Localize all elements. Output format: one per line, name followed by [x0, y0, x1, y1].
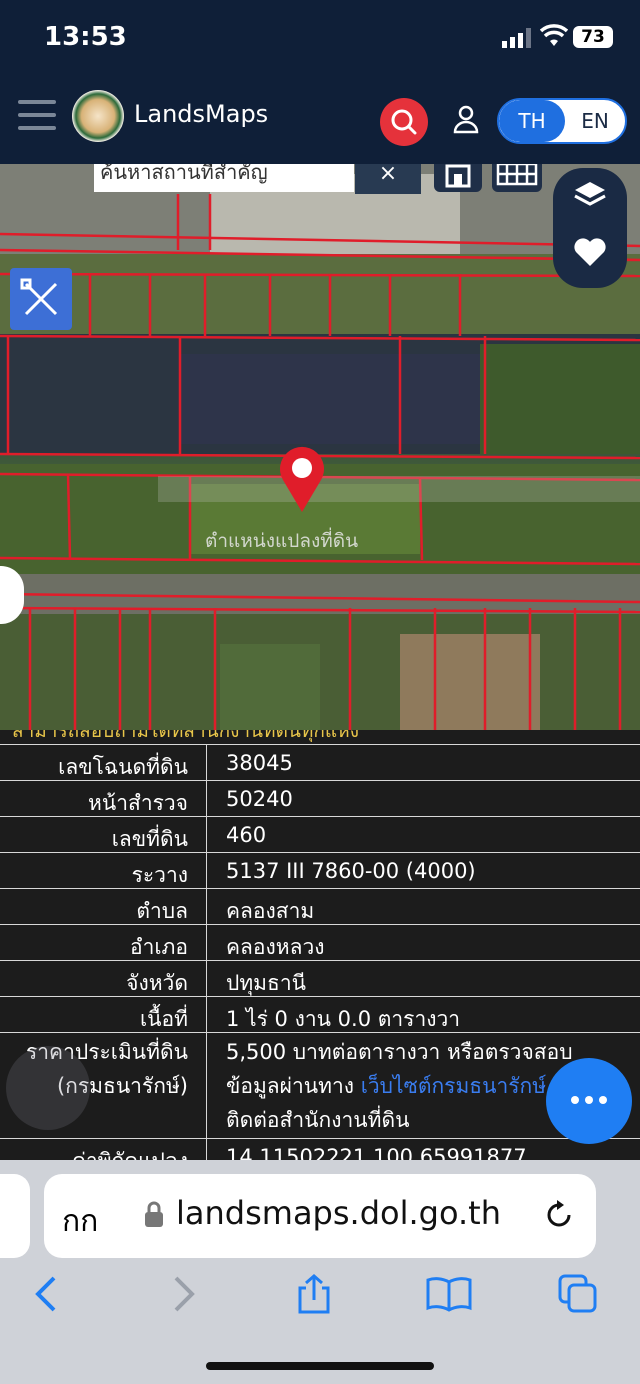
row-value: 38045: [226, 751, 293, 775]
menu-icon[interactable]: [18, 100, 56, 132]
map-view[interactable]: ค้นหาสถานที่สำคัญ × ตำแหน่งแปลงที่ดิน: [0, 164, 640, 730]
url-text[interactable]: landsmaps.dol.go.th: [176, 1194, 501, 1232]
lang-th-button[interactable]: TH: [499, 100, 565, 142]
brand-name: LandsMaps: [134, 100, 269, 128]
price-line2-prefix: ข้อมูลผ่านทาง: [226, 1074, 361, 1098]
table-row: ระวาง 5137 III 7860-00 (4000): [0, 852, 640, 889]
table-row: ค่าพิกัดแปลง 14.11502221,100.65991877: [0, 1138, 640, 1162]
place-search-input[interactable]: ค้นหาสถานที่สำคัญ: [94, 164, 354, 192]
status-bar: 13:53 73: [0, 0, 640, 80]
bookmarks-icon[interactable]: [426, 1274, 472, 1314]
info-icon[interactable]: [6, 1046, 90, 1130]
price-line2: ข้อมูลผ่านทาง เว็บไซต์กรมธนารักษ์: [226, 1069, 573, 1103]
reader-aa-button[interactable]: กก: [62, 1198, 98, 1245]
browser-chrome: กก landsmaps.dol.go.th: [0, 1160, 640, 1384]
app-header: LandsMaps TH EN: [0, 80, 640, 164]
user-icon[interactable]: [452, 104, 480, 136]
building-icon[interactable]: [434, 164, 482, 192]
row-value: 460: [226, 823, 267, 847]
more-options-button[interactable]: [546, 1058, 632, 1144]
address-bar[interactable]: กก landsmaps.dol.go.th: [44, 1174, 596, 1258]
back-icon[interactable]: [28, 1274, 68, 1314]
layers-icon[interactable]: [574, 182, 606, 206]
table-row: อำเภอ คลองหลวง: [0, 924, 640, 961]
table-row-price: ราคาประเมินที่ดิน (กรมธนารักษ์) 5,500 บา…: [0, 1032, 640, 1139]
map-side-panel: [553, 168, 627, 288]
search-button[interactable]: [380, 98, 428, 146]
search-icon: [391, 109, 417, 135]
row-value: 50240: [226, 787, 293, 811]
treasury-website-link[interactable]: เว็บไซต์กรมธนารักษ์: [361, 1074, 546, 1098]
table-row: เลขโฉนดที่ดิน 38045: [0, 744, 640, 781]
forward-icon[interactable]: [162, 1274, 202, 1314]
measure-tool-button[interactable]: [10, 268, 72, 330]
parcel-map-label: ตำแหน่งแปลงที่ดิน: [205, 530, 359, 552]
share-icon[interactable]: [294, 1274, 334, 1314]
reload-icon[interactable]: [542, 1198, 576, 1232]
language-toggle[interactable]: TH EN: [497, 98, 627, 144]
table-row: เลขที่ดิน 460: [0, 816, 640, 853]
map-pin-icon: [280, 446, 324, 512]
lock-icon: [145, 1201, 163, 1227]
dol-logo: [72, 90, 124, 142]
grid-icon[interactable]: [492, 164, 542, 192]
wifi-icon: [540, 24, 568, 46]
price-line3: ติดต่อสำนักงานที่ดิน: [226, 1108, 410, 1132]
previous-tab-stub[interactable]: [0, 1174, 30, 1258]
status-time: 13:53: [44, 22, 127, 52]
row-value: 5,500 บาทต่อตารางวา หรือตรวจสอบ ข้อมูลผ่…: [226, 1035, 573, 1137]
table-row: เนื้อที่ 1 ไร่ 0 งาน 0.0 ตารางวา: [0, 996, 640, 1033]
tabs-icon[interactable]: [558, 1274, 598, 1314]
lang-en-button[interactable]: EN: [565, 100, 625, 142]
search-clear-button[interactable]: ×: [355, 164, 421, 194]
price-line1: 5,500 บาทต่อตารางวา หรือตรวจสอบ: [226, 1040, 573, 1064]
table-row: หน้าสำรวจ 50240: [0, 780, 640, 817]
heart-icon[interactable]: [574, 238, 606, 266]
cellular-signal-icon: [502, 28, 531, 48]
ruler-pencil-icon: [20, 278, 58, 316]
battery-indicator: 73: [573, 26, 613, 48]
home-indicator: [206, 1362, 434, 1370]
parcel-info-panel: สามารถสอบถามได้ที่สำนักงานที่ดินทุกแห่ง …: [0, 730, 640, 1162]
table-row: จังหวัด ปทุมธานี: [0, 960, 640, 997]
table-row: ตำบล คลองสาม: [0, 888, 640, 925]
row-value: 5137 III 7860-00 (4000): [226, 859, 476, 883]
